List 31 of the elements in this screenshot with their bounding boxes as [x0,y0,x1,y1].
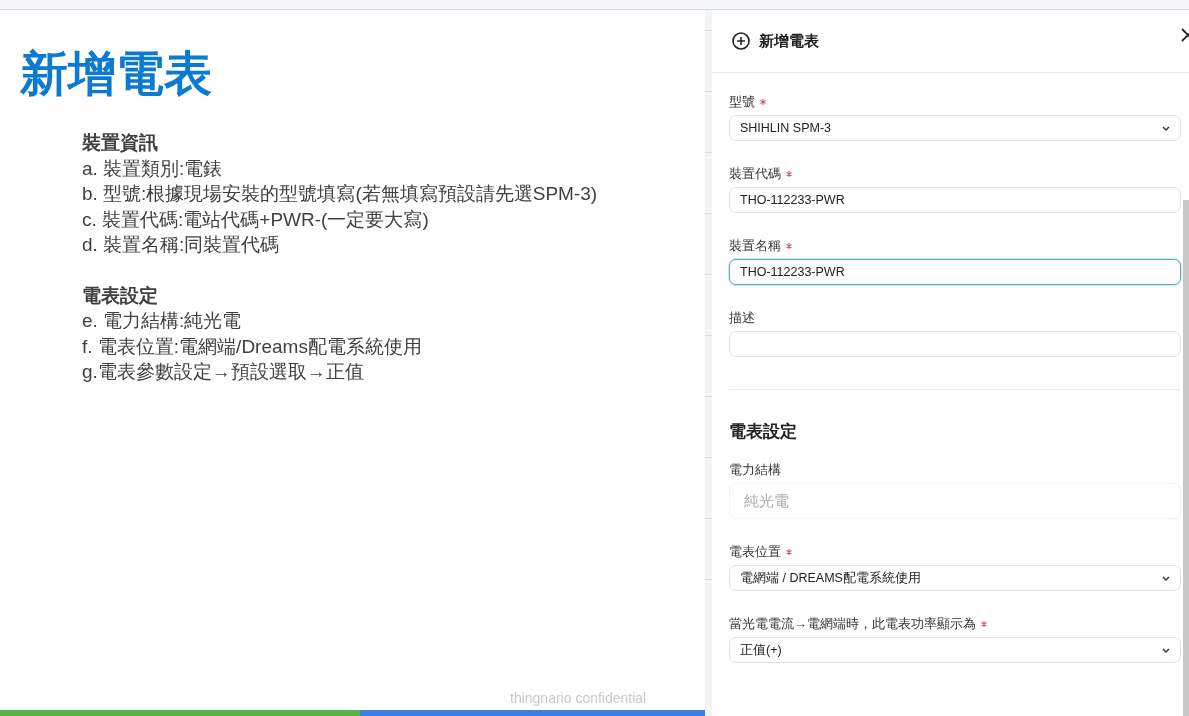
field-label: 電力結構 [729,461,781,479]
bullet-text: d. 裝置名稱:同裝置代碼 [82,233,280,257]
input-field[interactable] [729,331,1181,357]
field-label: 型號 [729,93,755,111]
chevron-down-icon [1162,647,1170,653]
select-dropdown[interactable]: SHIHLIN SPM-3 [729,115,1181,141]
panel-title: 新增電表 [759,31,819,51]
field-label: 裝置代碼 [729,165,781,183]
select-dropdown[interactable]: 正值(+) [729,637,1181,663]
disabled-input-field: 純光電 [729,483,1181,519]
section-heading: 裝置資訊 [82,131,158,155]
bullet-text: b. 型號:根據現場安裝的型號填寫(若無填寫預設請先選SPM-3) [82,182,598,206]
bullet-text: c. 裝置代碼:電站代碼+PWR-(一定要大寫) [82,207,429,232]
field-label: 電表位置 [729,543,781,561]
field-label: 裝置名稱 [729,237,781,255]
bullet-text: a. 裝置類別:電錶 [82,156,223,181]
field-label: 描述 [729,309,755,327]
section-heading: 電表設定 [729,421,798,443]
select-dropdown[interactable]: 電網端 / DREAMS配電系統使用 [729,565,1181,591]
slide-title: 新增電表 [20,46,212,102]
chevron-down-icon [1162,575,1170,581]
bullet-text: f. 電表位置:電網端/Dreams配電系統使用 [82,334,422,359]
scrollbar-thumb[interactable] [1183,200,1189,716]
chevron-down-icon [1162,125,1170,131]
section-heading: 電表設定 [82,283,158,308]
bullet-text: e. 電力結構:純光電 [82,309,242,333]
input-field[interactable]: THO-112233-PWR [729,259,1181,285]
plus-circle-icon [732,32,750,50]
input-field[interactable]: THO-112233-PWR [729,187,1181,213]
field-label: 當光電電流→電網端時，此電表功率顯示為 [729,615,976,633]
bullet-text: g.電表參數設定→預設選取→正值 [82,360,364,384]
